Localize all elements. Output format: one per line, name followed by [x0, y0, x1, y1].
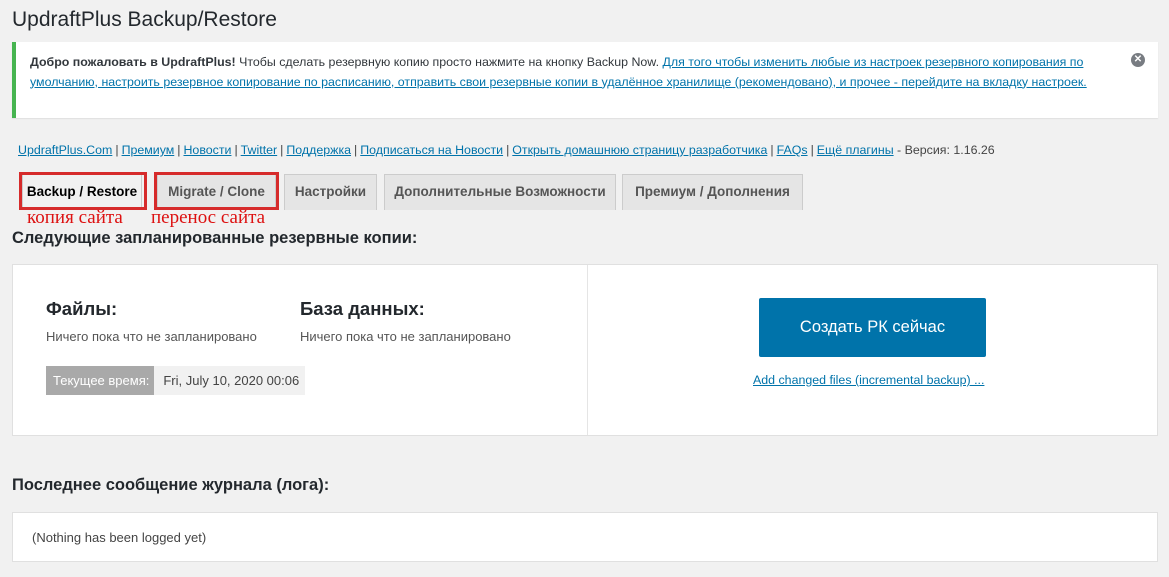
tab-bar: Backup / Restore Migrate / Clone Настрой… — [0, 172, 1169, 210]
tab-premium-addons[interactable]: Премиум / Дополнения — [622, 174, 803, 210]
log-message: (Nothing has been logged yet) — [32, 530, 207, 545]
current-time-value: Fri, July 10, 2020 00:06 — [154, 366, 306, 395]
scheduled-panel: Файлы: Ничего пока что не запланировано … — [12, 264, 1158, 436]
link-news[interactable]: Новости — [183, 143, 231, 157]
welcome-notice: Добро пожаловать в UpdraftPlus! Чтобы сд… — [12, 42, 1158, 118]
link-developer-homepage[interactable]: Открыть домашнюю страницу разработчика — [512, 143, 767, 157]
notice-bold-text: Добро пожаловать в UpdraftPlus! — [30, 55, 236, 69]
log-box: (Nothing has been logged yet) — [12, 512, 1158, 562]
tab-advanced-tools[interactable]: Дополнительные Возможности — [384, 174, 616, 210]
scheduled-heading: Следующие запланированные резервные копи… — [12, 229, 418, 247]
database-status: Ничего пока что не запланировано — [300, 329, 511, 344]
link-premium[interactable]: Премиум — [122, 143, 175, 157]
panel-divider — [587, 265, 588, 435]
notice-text: Чтобы сделать резервную копию просто наж… — [235, 55, 663, 69]
link-more-plugins[interactable]: Ещё плагины — [817, 143, 894, 157]
link-updraftplus-com[interactable]: UpdraftPlus.Com — [18, 143, 112, 157]
backup-now-button[interactable]: Создать РК сейчас — [759, 298, 986, 357]
log-heading: Последнее сообщение журнала (лога): — [12, 476, 330, 494]
tab-backup-restore[interactable]: Backup / Restore — [22, 174, 142, 210]
tab-settings[interactable]: Настройки — [284, 174, 377, 210]
dismiss-icon[interactable]: ✕ — [1131, 53, 1145, 67]
incremental-backup-link[interactable]: Add changed files (incremental backup) .… — [753, 373, 984, 387]
page-title: UpdraftPlus Backup/Restore — [12, 8, 277, 31]
database-title: База данных: — [300, 298, 425, 319]
link-support[interactable]: Поддержка — [286, 143, 351, 157]
link-twitter[interactable]: Twitter — [241, 143, 278, 157]
current-time: Текущее время: Fri, July 10, 2020 00:06 — [46, 366, 306, 395]
link-faqs[interactable]: FAQs — [777, 143, 808, 157]
files-status: Ничего пока что не запланировано — [46, 329, 257, 344]
plugin-links: UpdraftPlus.Com | Премиум | Новости | Twitter |… — [18, 143, 995, 157]
annotation-migrate: перенос сайта — [151, 207, 266, 228]
link-subscribe-news[interactable]: Подписаться на Новости — [360, 143, 503, 157]
current-time-label: Текущее время: — [46, 366, 155, 395]
tab-migrate-clone[interactable]: Migrate / Clone — [157, 174, 276, 210]
files-title: Файлы: — [46, 298, 118, 319]
annotation-backup: копия сайта — [27, 207, 123, 228]
version-text: - Версия: 1.16.26 — [893, 143, 995, 157]
